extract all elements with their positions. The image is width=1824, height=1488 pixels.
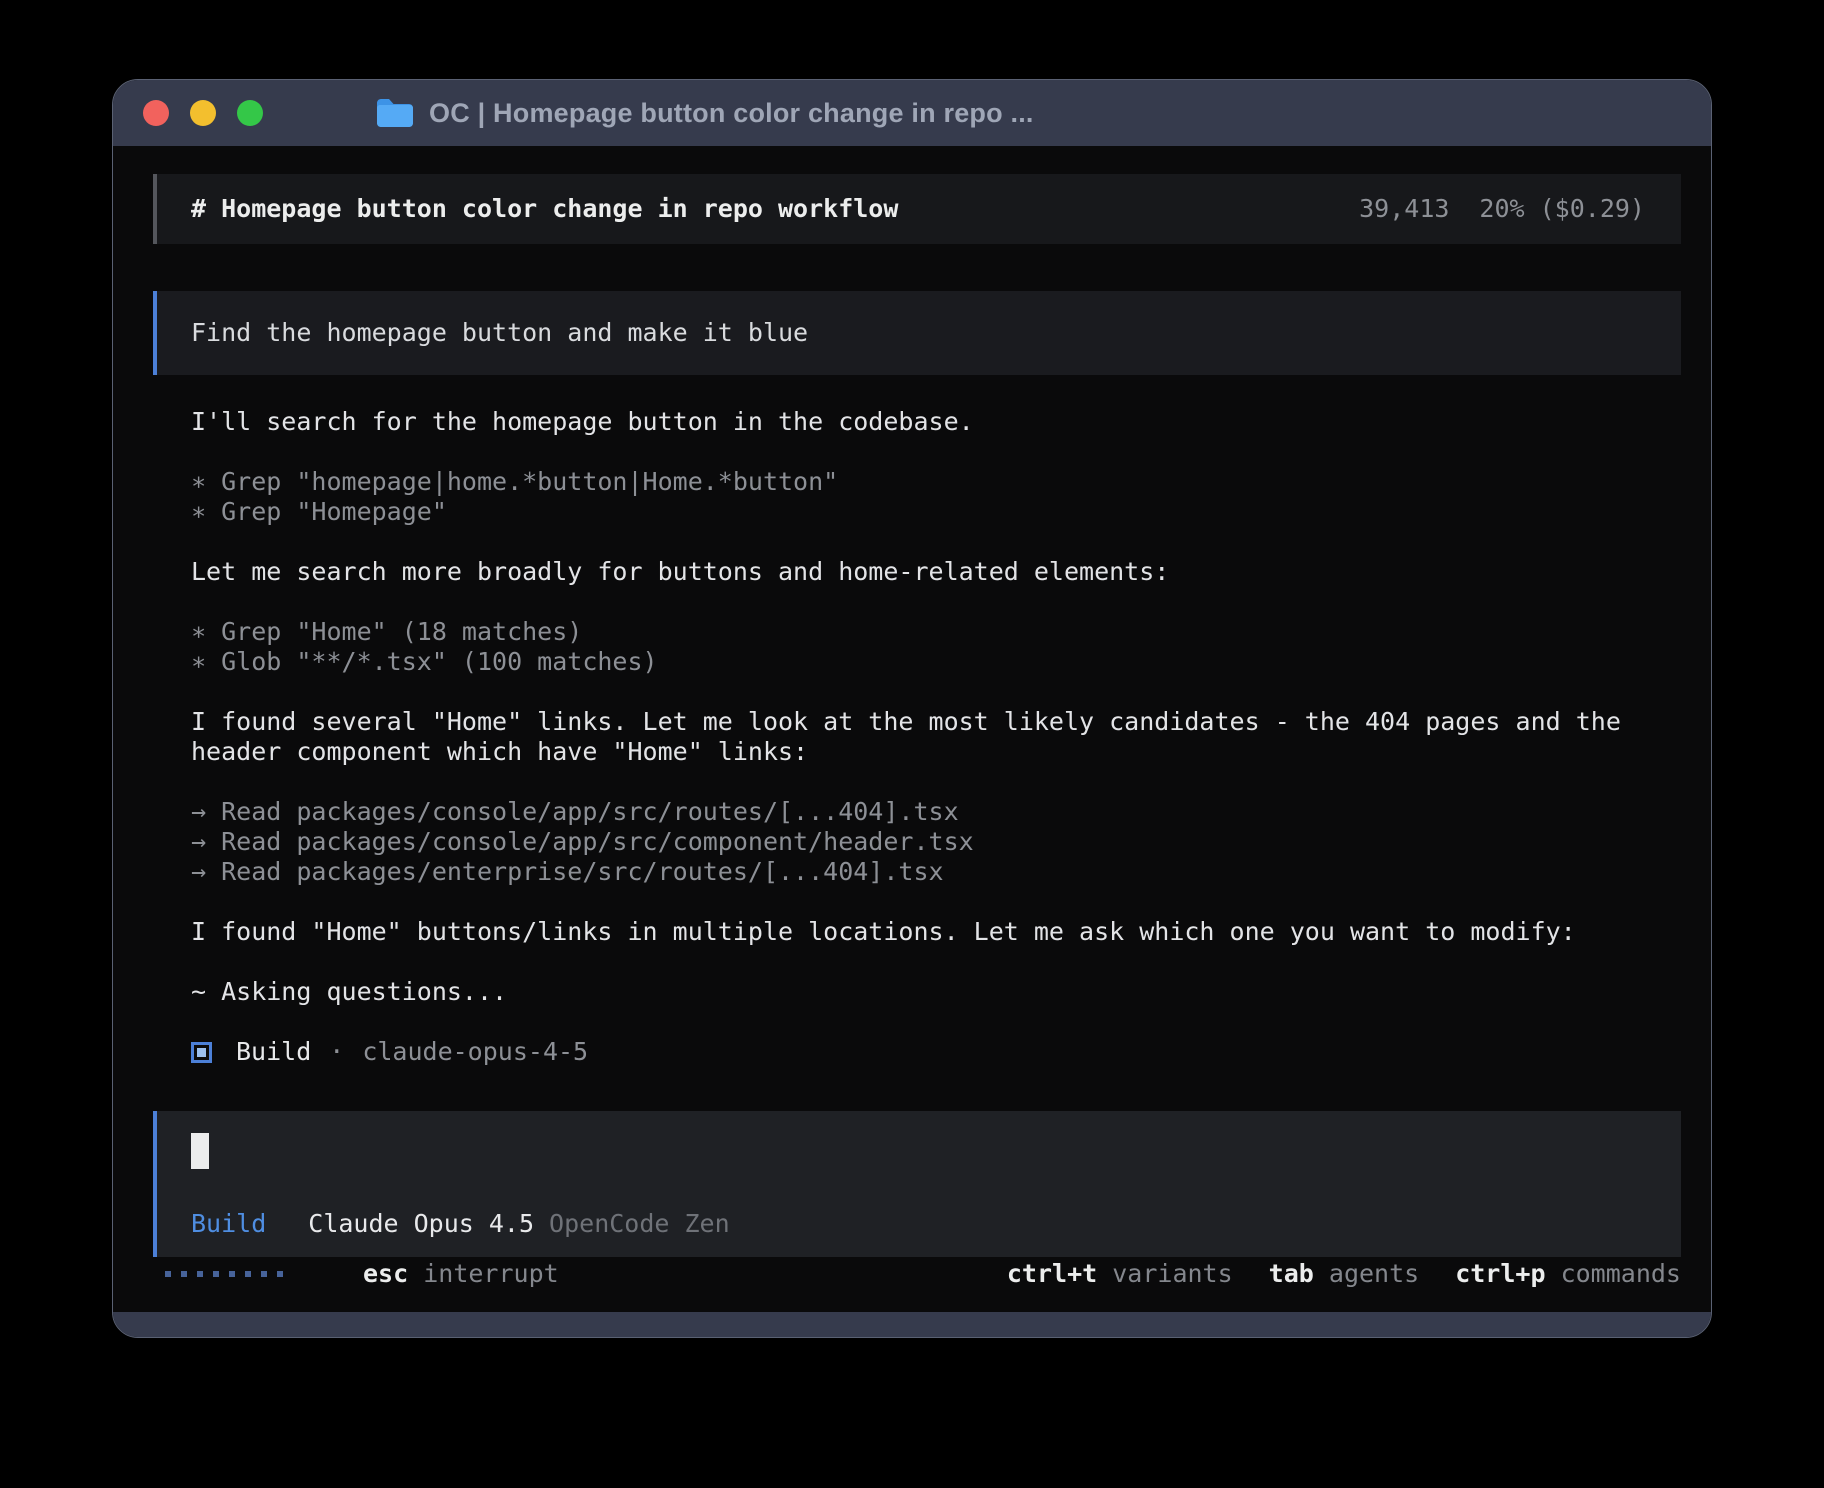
spinner-dot: [165, 1271, 171, 1277]
shortcut-label: variants: [1112, 1259, 1232, 1288]
agent-model: claude-opus-4-5: [362, 1037, 588, 1067]
spinner-dot: [181, 1271, 187, 1277]
user-message-text: Find the homepage button and make it blu…: [191, 318, 808, 348]
input-provider-label: OpenCode Zen: [549, 1209, 730, 1239]
shortcut-label: commands: [1561, 1259, 1681, 1288]
working-spinner-dots: [165, 1271, 283, 1277]
tool-call-line: → Read packages/enterprise/src/routes/[.…: [191, 857, 1673, 887]
prompt-input[interactable]: Build Claude Opus 4.5 OpenCode Zen: [153, 1111, 1681, 1257]
terminal-window: OC | Homepage button color change in rep…: [112, 79, 1712, 1338]
input-model-label: Claude Opus 4.5: [308, 1209, 534, 1239]
token-count: 39,413: [1359, 194, 1449, 224]
text-cursor: [191, 1133, 209, 1169]
footer-left-shortcuts: esc interrupt: [323, 1259, 559, 1289]
spinner-dot: [197, 1271, 203, 1277]
window-titlebar: OC | Homepage button color change in rep…: [113, 80, 1711, 146]
footer-left: esc interrupt: [153, 1259, 559, 1289]
keyboard-shortcut-hint: esc interrupt: [363, 1259, 559, 1288]
tool-call-group: ∗ Grep "Home" (18 matches)∗ Glob "**/*.t…: [191, 617, 1673, 677]
window-bottom-strip: [113, 1312, 1711, 1337]
shortcut-key: ctrl+p: [1455, 1259, 1545, 1288]
agent-separator: ·: [329, 1037, 344, 1067]
footer-right-shortcuts: ctrl+t variants tab agents ctrl+p commands: [1007, 1259, 1681, 1289]
titlebar-title-group: OC | Homepage button color change in rep…: [375, 97, 1034, 129]
close-button[interactable]: [143, 100, 169, 126]
shortcut-key: esc: [363, 1259, 408, 1288]
tool-call-line: ∗ Grep "homepage|home.*button|Home.*butt…: [191, 467, 1673, 497]
keyboard-shortcut-hint: ctrl+t variants: [1007, 1259, 1233, 1289]
shortcut-label: agents: [1329, 1259, 1419, 1288]
spinner-dot: [213, 1271, 219, 1277]
window-title: OC | Homepage button color change in rep…: [429, 98, 1034, 129]
shortcut-key: tab: [1269, 1259, 1314, 1288]
tool-call-line: ∗ Grep "Home" (18 matches): [191, 617, 1673, 647]
spinner-dot: [277, 1271, 283, 1277]
assistant-text: I found "Home" buttons/links in multiple…: [191, 917, 1673, 947]
agent-name: Build: [236, 1037, 311, 1067]
context-cost: 20% ($0.29): [1479, 194, 1645, 224]
agent-row-wrap: Build · claude-opus-4-5: [153, 1037, 1681, 1067]
shortcut-key: ctrl+t: [1007, 1259, 1097, 1288]
traffic-lights: [143, 100, 263, 126]
session-title: # Homepage button color change in repo w…: [191, 194, 898, 224]
spinner-dot: [245, 1271, 251, 1277]
input-status-bar: Build Claude Opus 4.5 OpenCode Zen: [191, 1209, 1647, 1239]
folder-icon: [375, 97, 415, 129]
session-stats: 39,413 20% ($0.29): [1359, 194, 1645, 224]
tool-call-line: → Read packages/console/app/src/componen…: [191, 827, 1673, 857]
tool-call-group: ∗ Grep "homepage|home.*button|Home.*butt…: [191, 467, 1673, 527]
zoom-button[interactable]: [237, 100, 263, 126]
tool-call-group: → Read packages/console/app/src/routes/[…: [191, 797, 1673, 887]
status-footer: esc interrupt ctrl+t variantstab agentsc…: [153, 1258, 1681, 1290]
user-message: Find the homepage button and make it blu…: [153, 291, 1681, 375]
input-agent-label: Build: [191, 1209, 266, 1239]
terminal-content: # Homepage button color change in repo w…: [113, 146, 1711, 1312]
spinner-dot: [229, 1271, 235, 1277]
agent-build-icon: [191, 1042, 212, 1063]
agent-row: Build · claude-opus-4-5: [191, 1037, 1673, 1067]
tool-call-line: → Read packages/console/app/src/routes/[…: [191, 797, 1673, 827]
assistant-text: ~ Asking questions...: [191, 977, 1673, 1007]
spinner-dot: [261, 1271, 267, 1277]
tool-call-line: ∗ Grep "Homepage": [191, 497, 1673, 527]
keyboard-shortcut-hint: ctrl+p commands: [1455, 1259, 1681, 1289]
tool-call-line: ∗ Glob "**/*.tsx" (100 matches): [191, 647, 1673, 677]
assistant-text: I found several "Home" links. Let me loo…: [191, 707, 1673, 767]
minimize-button[interactable]: [190, 100, 216, 126]
assistant-text: I'll search for the homepage button in t…: [191, 407, 1673, 437]
keyboard-shortcut-hint: tab agents: [1269, 1259, 1420, 1289]
shortcut-label: interrupt: [423, 1259, 558, 1288]
assistant-text: Let me search more broadly for buttons a…: [191, 557, 1673, 587]
assistant-transcript: I'll search for the homepage button in t…: [153, 407, 1681, 1007]
session-header: # Homepage button color change in repo w…: [153, 174, 1681, 244]
